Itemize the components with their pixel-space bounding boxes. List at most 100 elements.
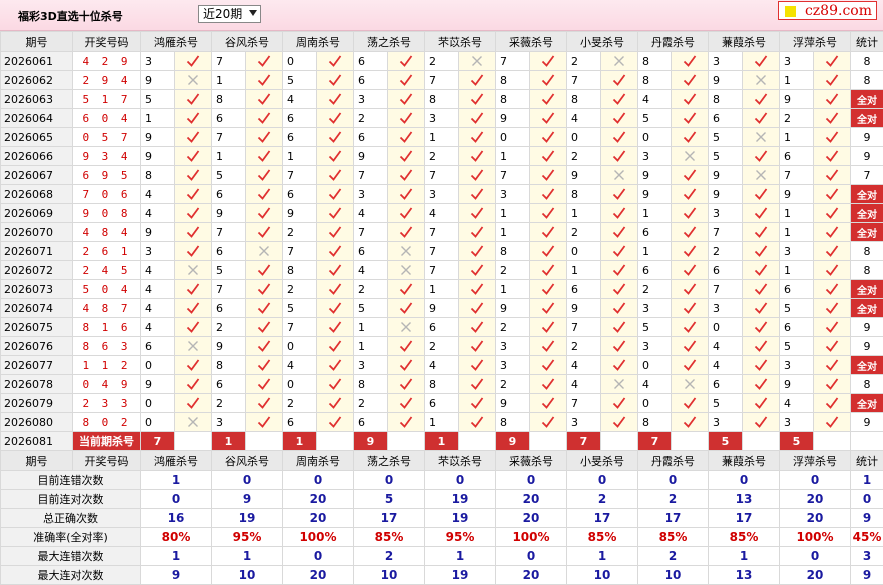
result-mark bbox=[742, 146, 780, 166]
check-icon bbox=[470, 93, 484, 105]
kill-number: 7 bbox=[708, 279, 743, 299]
result-mark bbox=[600, 241, 638, 261]
draw-number: 2 3 3 bbox=[72, 393, 141, 413]
current-kill-number: 9 bbox=[495, 431, 530, 451]
table-row: 2026062 2 9 491567878918 bbox=[0, 70, 883, 90]
summary-row: 最大连错次数 1 1 0 2 1 0 1 2 1 0 3 bbox=[0, 546, 883, 566]
col-expert-header: 芣苡杀号 bbox=[424, 450, 496, 471]
kill-number: 1 bbox=[779, 260, 814, 280]
result-mark bbox=[387, 260, 425, 280]
summary-value: 0 bbox=[140, 489, 212, 509]
col-issue-header: 期号 bbox=[0, 450, 73, 471]
result-mark bbox=[458, 184, 496, 204]
check-icon bbox=[470, 188, 484, 200]
summary-value: 20 bbox=[282, 508, 354, 528]
check-icon bbox=[186, 359, 200, 371]
result-mark bbox=[387, 203, 425, 223]
check-icon bbox=[825, 150, 839, 162]
kill-number: 1 bbox=[424, 127, 459, 147]
kill-number: 0 bbox=[282, 374, 317, 394]
check-icon bbox=[541, 150, 555, 162]
check-icon bbox=[470, 321, 484, 333]
check-icon bbox=[612, 93, 626, 105]
check-icon bbox=[612, 397, 626, 409]
kill-number: 2 bbox=[495, 317, 530, 337]
draw-number: 2 9 4 bbox=[72, 70, 141, 90]
kill-number: 9 bbox=[708, 70, 743, 90]
issue-number: 2026076 bbox=[0, 336, 73, 356]
result-mark bbox=[671, 127, 709, 147]
result-mark bbox=[245, 89, 283, 109]
period-select[interactable]: 近20期 bbox=[198, 5, 261, 23]
check-icon bbox=[186, 169, 200, 181]
check-icon bbox=[683, 321, 697, 333]
col-expert-header: 蒹葭杀号 bbox=[708, 31, 780, 52]
kill-number: 3 bbox=[708, 51, 743, 71]
summary-value: 17 bbox=[566, 508, 638, 528]
cross-icon bbox=[756, 170, 766, 180]
kill-number: 2 bbox=[353, 279, 388, 299]
table-row: 2026076 8 6 36 9 0 1 2 3 2 3 4 5 9 bbox=[0, 336, 883, 356]
issue-number: 2026068 bbox=[0, 184, 73, 204]
check-icon bbox=[399, 226, 413, 238]
summary-value: 20 bbox=[779, 565, 851, 585]
summary-value: 19 bbox=[424, 565, 496, 585]
kill-number: 3 bbox=[566, 412, 601, 432]
check-icon bbox=[541, 226, 555, 238]
check-icon bbox=[541, 302, 555, 314]
result-mark bbox=[458, 374, 496, 394]
kill-number: 0 bbox=[140, 355, 175, 375]
kill-number: 4 bbox=[424, 355, 459, 375]
result-mark bbox=[529, 241, 567, 261]
issue-number: 2026067 bbox=[0, 165, 73, 185]
draw-number: 8 6 3 bbox=[72, 336, 141, 356]
check-icon bbox=[257, 131, 271, 143]
site-logo[interactable]: cz89.com bbox=[778, 1, 877, 20]
kill-number: 9 bbox=[140, 146, 175, 166]
result-mark bbox=[600, 51, 638, 71]
result-mark bbox=[387, 241, 425, 261]
check-icon bbox=[754, 283, 768, 295]
summary-value: 9 bbox=[140, 565, 212, 585]
col-expert-header: 小旻杀号 bbox=[566, 31, 638, 52]
table-row: 2026071 2 6 136767801238 bbox=[0, 241, 883, 261]
check-icon bbox=[754, 188, 768, 200]
kill-number: 9 bbox=[637, 165, 672, 185]
result-mark bbox=[245, 184, 283, 204]
check-icon bbox=[328, 283, 342, 295]
kill-number: 7 bbox=[211, 222, 246, 242]
check-icon bbox=[399, 359, 413, 371]
result-mark bbox=[742, 412, 780, 432]
check-icon bbox=[825, 169, 839, 181]
check-icon bbox=[399, 188, 413, 200]
table-row: 2026073 5 0 4 4 7 2 2 1 1 6 2 7 6 全对 bbox=[0, 279, 883, 299]
kill-number: 6 bbox=[779, 279, 814, 299]
issue-number: 2026064 bbox=[0, 108, 73, 128]
kill-number: 0 bbox=[637, 393, 672, 413]
check-icon bbox=[541, 55, 555, 67]
kill-number: 3 bbox=[637, 336, 672, 356]
result-mark bbox=[174, 184, 212, 204]
table-header-row: 期号 开奖号码 鸿雁杀号 谷风杀号 周南杀号 荡之杀号 芣苡杀号 采薇杀号 小旻杀号 丹霞杀号 蒹葭… bbox=[0, 450, 883, 471]
kill-number: 5 bbox=[353, 298, 388, 318]
result-mark bbox=[600, 260, 638, 280]
table-row: 2026061 4 2 937062728338 bbox=[0, 51, 883, 71]
col-issue-header: 期号 bbox=[0, 31, 73, 52]
check-icon bbox=[541, 188, 555, 200]
all-correct-badge: 全对 bbox=[850, 393, 883, 413]
check-icon bbox=[612, 188, 626, 200]
result-mark bbox=[174, 412, 212, 432]
check-icon bbox=[612, 340, 626, 352]
kill-number: 2 bbox=[211, 317, 246, 337]
check-icon bbox=[612, 74, 626, 86]
cross-icon bbox=[472, 56, 482, 66]
result-mark bbox=[813, 184, 851, 204]
result-mark bbox=[316, 336, 354, 356]
summary-stat: 3 bbox=[850, 546, 883, 566]
summary-value: 100% bbox=[779, 527, 851, 547]
check-icon bbox=[470, 150, 484, 162]
kill-number: 2 bbox=[779, 108, 814, 128]
kill-number: 5 bbox=[637, 317, 672, 337]
summary-value: 19 bbox=[211, 508, 283, 528]
check-icon bbox=[612, 302, 626, 314]
